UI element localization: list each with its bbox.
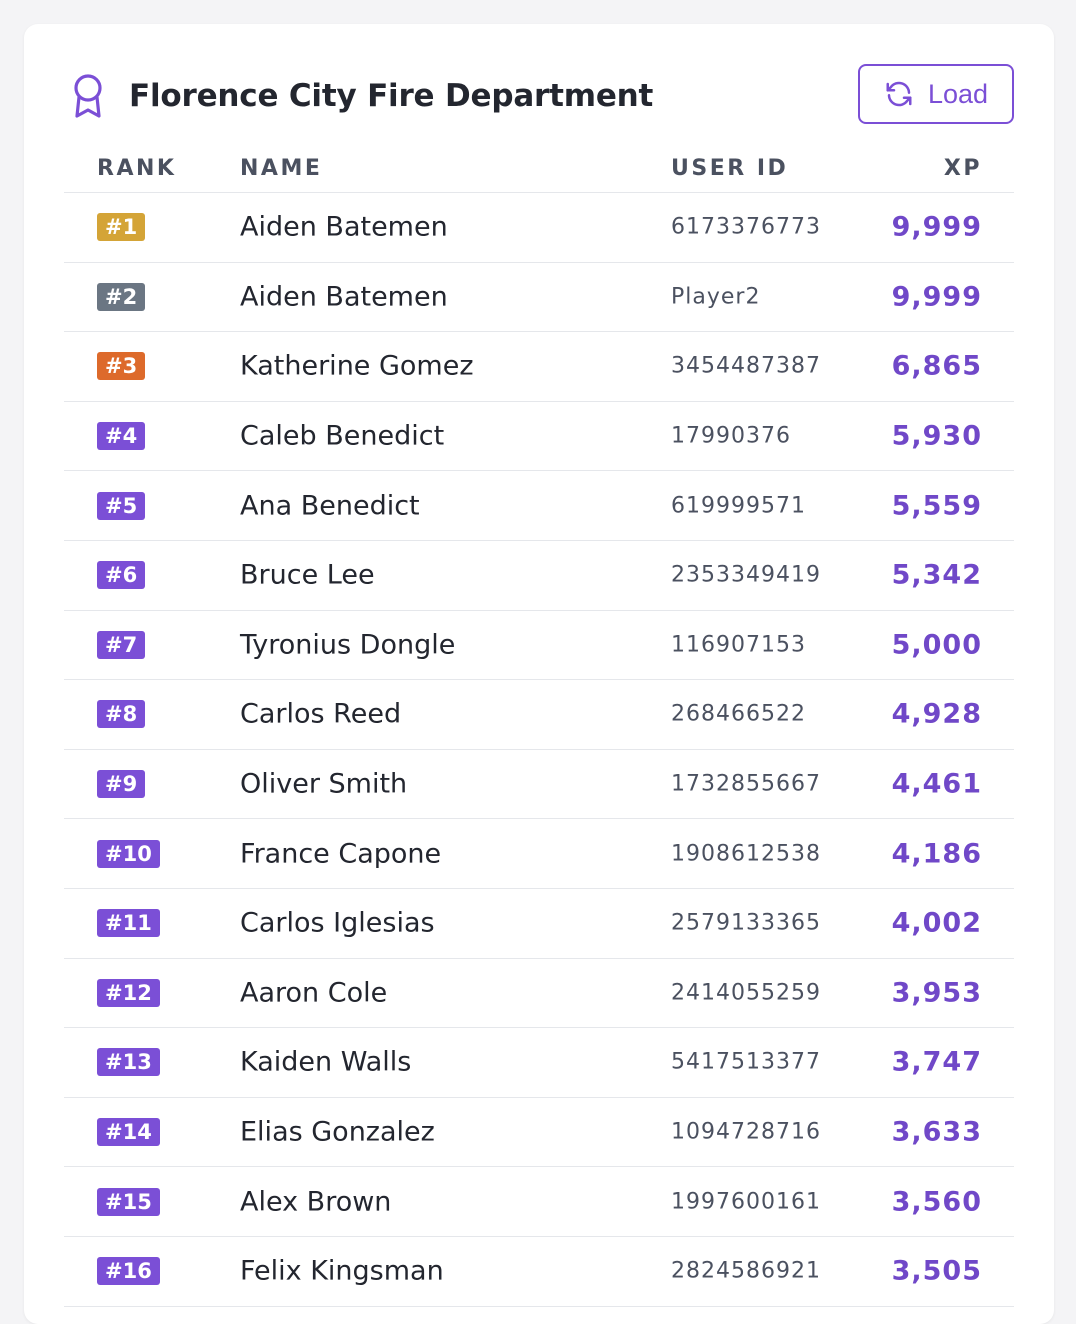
table-row: #10 France Capone 1908612538 4,186 xyxy=(64,819,1014,889)
user-id: 1997600161 xyxy=(671,1189,821,1215)
refresh-icon xyxy=(886,81,912,107)
xp-value: 5,930 xyxy=(891,420,982,452)
rank-badge: #11 xyxy=(97,909,160,938)
user-id: 5417513377 xyxy=(671,1049,821,1075)
xp-value: 3,560 xyxy=(891,1186,982,1218)
rank-badge: #9 xyxy=(97,770,146,799)
column-header-rank: RANK xyxy=(97,156,177,181)
player-name: Carlos Iglesias xyxy=(240,907,435,939)
table-row: #8 Carlos Reed 268466522 4,928 xyxy=(64,680,1014,750)
xp-value: 4,928 xyxy=(891,698,982,730)
rank-badge: #12 xyxy=(97,978,160,1007)
rank-badge: #10 xyxy=(97,839,160,868)
leaderboard-header: Florence City Fire Department Load xyxy=(64,64,1014,128)
leaderboard-card: Florence City Fire Department Load RANK … xyxy=(24,24,1054,1324)
player-name: Elias Gonzalez xyxy=(240,1116,435,1148)
xp-value: 5,559 xyxy=(891,490,982,522)
player-name: Aiden Batemen xyxy=(240,211,448,243)
xp-value: 4,002 xyxy=(891,907,982,939)
user-id: 268466522 xyxy=(671,701,806,727)
user-id: 2824586921 xyxy=(671,1258,821,1284)
table-row: #7 Tyronius Dongle 116907153 5,000 xyxy=(64,611,1014,681)
player-name: Kaiden Walls xyxy=(240,1046,412,1078)
table-row: #5 Ana Benedict 619999571 5,559 xyxy=(64,471,1014,541)
player-name: Carlos Reed xyxy=(240,698,402,730)
rank-badge: #14 xyxy=(97,1118,160,1147)
load-button[interactable]: Load xyxy=(858,64,1014,124)
user-id: 6173376773 xyxy=(671,214,821,240)
table-row: #16 Felix Kingsman 2824586921 3,505 xyxy=(64,1237,1014,1307)
rank-badge: #6 xyxy=(97,561,146,590)
award-icon xyxy=(74,74,102,118)
rank-badge: #2 xyxy=(97,282,146,311)
user-id: 2579133365 xyxy=(671,910,821,936)
table-row: #12 Aaron Cole 2414055259 3,953 xyxy=(64,959,1014,1029)
player-name: Oliver Smith xyxy=(240,768,408,800)
table-row: #4 Caleb Benedict 17990376 5,930 xyxy=(64,402,1014,472)
table-row: #6 Bruce Lee 2353349419 5,342 xyxy=(64,541,1014,611)
leaderboard-title: Florence City Fire Department xyxy=(129,78,654,114)
column-header-user-id: USER ID xyxy=(671,156,789,181)
xp-value: 3,747 xyxy=(891,1046,982,1078)
rank-badge: #3 xyxy=(97,352,146,381)
rank-badge: #16 xyxy=(97,1257,160,1286)
player-name: Katherine Gomez xyxy=(240,350,474,382)
user-id: Player2 xyxy=(671,284,761,310)
user-id: 2414055259 xyxy=(671,980,821,1006)
table-body: #1 Aiden Batemen 6173376773 9,999 #2 Aiden Ba… xyxy=(64,193,1014,1307)
rank-badge: #13 xyxy=(97,1048,160,1077)
xp-value: 4,186 xyxy=(891,838,982,870)
player-name: Bruce Lee xyxy=(240,559,375,591)
table-header: RANK NAME USER ID XP xyxy=(64,148,1014,193)
load-button-label: Load xyxy=(927,78,989,109)
xp-value: 9,999 xyxy=(891,281,982,313)
table-row: #1 Aiden Batemen 6173376773 9,999 xyxy=(64,193,1014,263)
user-id: 17990376 xyxy=(671,423,791,449)
table-row: #9 Oliver Smith 1732855667 4,461 xyxy=(64,750,1014,820)
player-name: Caleb Benedict xyxy=(240,420,445,452)
rank-badge: #8 xyxy=(97,700,146,729)
table-row: #3 Katherine Gomez 3454487387 6,865 xyxy=(64,332,1014,402)
player-name: Aaron Cole xyxy=(240,977,388,1009)
xp-value: 4,461 xyxy=(891,768,982,800)
user-id: 1094728716 xyxy=(671,1119,821,1145)
xp-value: 6,865 xyxy=(891,350,982,382)
user-id: 2353349419 xyxy=(671,562,821,588)
player-name: Alex Brown xyxy=(240,1186,392,1218)
user-id: 116907153 xyxy=(671,632,806,658)
user-id: 3454487387 xyxy=(671,353,821,379)
player-name: France Capone xyxy=(240,838,442,870)
column-header-name: NAME xyxy=(240,156,323,181)
table-row: #15 Alex Brown 1997600161 3,560 xyxy=(64,1167,1014,1237)
player-name: Aiden Batemen xyxy=(240,281,448,313)
user-id: 1732855667 xyxy=(671,771,821,797)
rank-badge: #7 xyxy=(97,630,146,659)
xp-value: 3,633 xyxy=(891,1116,982,1148)
xp-value: 3,953 xyxy=(891,977,982,1009)
xp-value: 5,342 xyxy=(891,559,982,591)
table-row: #11 Carlos Iglesias 2579133365 4,002 xyxy=(64,889,1014,959)
column-header-xp: XP xyxy=(943,156,982,181)
rank-badge: #15 xyxy=(97,1187,160,1216)
player-name: Tyronius Dongle xyxy=(240,629,456,661)
xp-value: 3,505 xyxy=(891,1255,982,1287)
rank-badge: #1 xyxy=(97,213,146,242)
xp-value: 5,000 xyxy=(891,629,982,661)
rank-badge: #4 xyxy=(97,422,146,451)
leaderboard-table: RANK NAME USER ID XP #1 Aiden Batemen 6173… xyxy=(64,148,1014,1307)
table-row: #2 Aiden Batemen Player2 9,999 xyxy=(64,263,1014,333)
xp-value: 9,999 xyxy=(891,211,982,243)
user-id: 1908612538 xyxy=(671,841,821,867)
table-row: #13 Kaiden Walls 5417513377 3,747 xyxy=(64,1028,1014,1098)
user-id: 619999571 xyxy=(671,493,806,519)
rank-badge: #5 xyxy=(97,491,146,520)
table-row: #14 Elias Gonzalez 1094728716 3,633 xyxy=(64,1098,1014,1168)
player-name: Felix Kingsman xyxy=(240,1255,444,1287)
player-name: Ana Benedict xyxy=(240,490,420,522)
